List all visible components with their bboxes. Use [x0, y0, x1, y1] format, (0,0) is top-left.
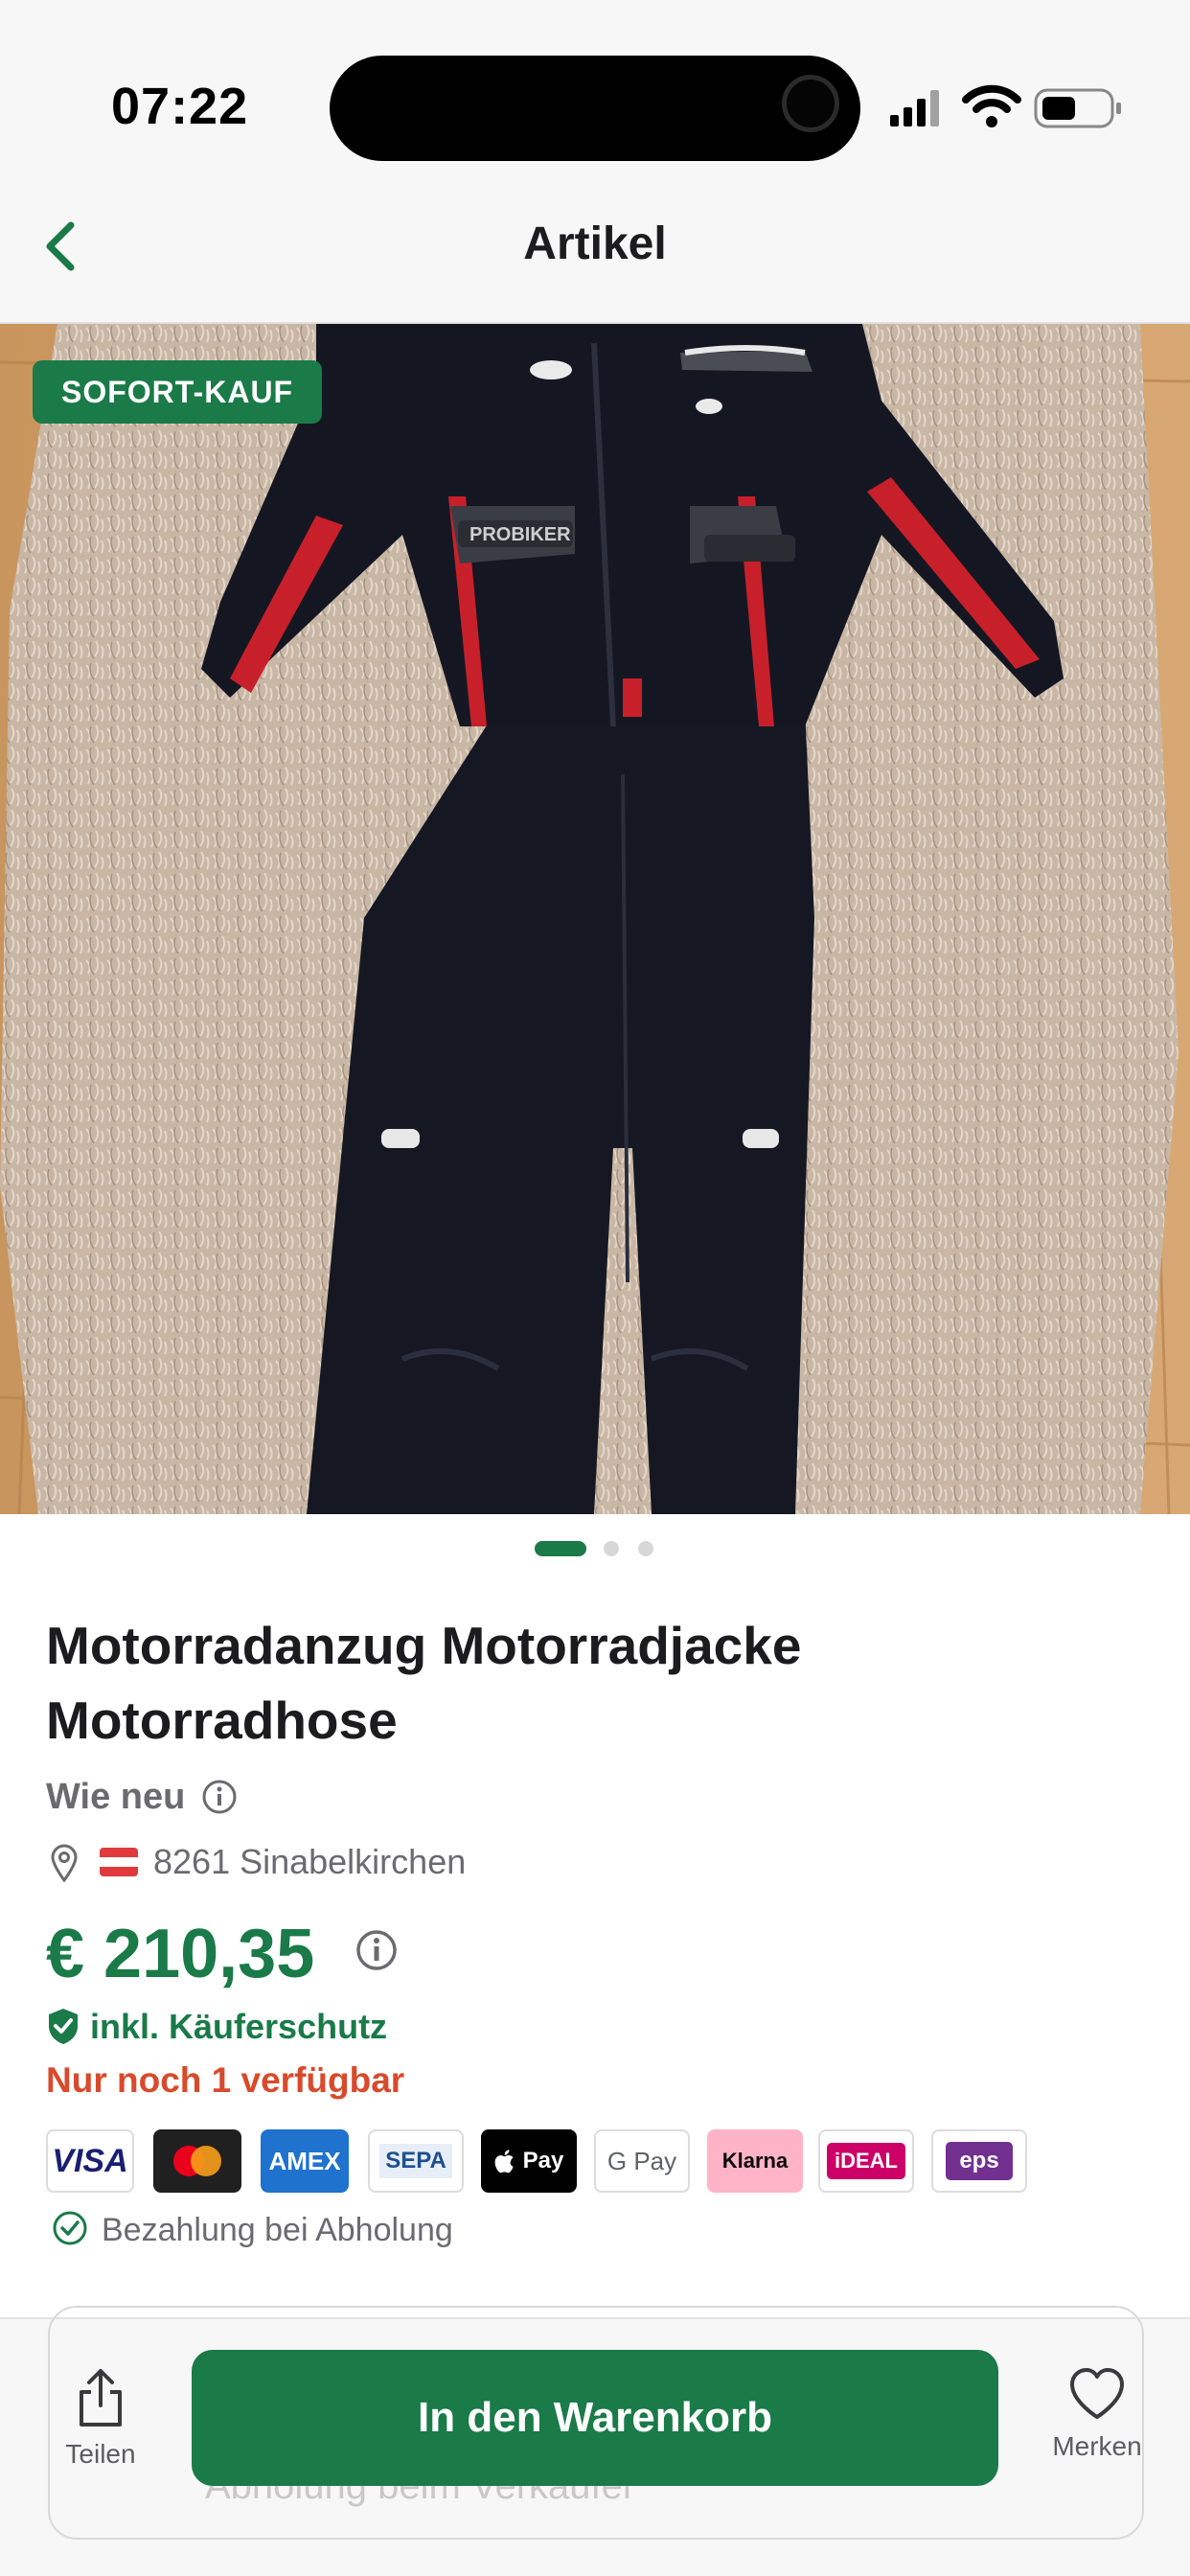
share-icon — [80, 2369, 122, 2426]
austria-flag-icon — [100, 1848, 138, 1876]
location-pin-icon — [51, 1844, 78, 1882]
battery-icon — [1034, 88, 1121, 128]
sepa-icon: SEPA — [368, 2129, 464, 2193]
mastercard-icon — [153, 2129, 241, 2193]
favorite-button[interactable]: Merken — [1035, 2367, 1159, 2462]
eps-icon: eps — [931, 2129, 1027, 2193]
product-photo: PROBIKER — [0, 324, 1190, 1514]
dynamic-island — [330, 56, 860, 161]
visa-icon: VISA — [46, 2129, 134, 2193]
pickup-payment-text: Bezahlung bei Abholung — [102, 2212, 453, 2248]
heart-icon — [1070, 2368, 1124, 2419]
share-label: Teilen — [65, 2439, 136, 2469]
price-info-icon[interactable] — [355, 1928, 399, 1972]
page-title: Artikel — [523, 218, 667, 269]
condition-label: Wie neu — [46, 1777, 186, 1817]
info-icon[interactable] — [201, 1779, 238, 1815]
share-button[interactable]: Teilen — [36, 2367, 165, 2470]
price: € 210,35 — [46, 1916, 315, 1992]
instant-buy-badge: SOFORT-KAUF — [33, 360, 323, 424]
stock-warning: Nur noch 1 verfügbar — [46, 2060, 405, 2100]
carousel-dot-active[interactable] — [535, 1541, 586, 1556]
signal-icon — [890, 90, 939, 126]
buyer-protection-text: inkl. Käuferschutz — [90, 2007, 388, 2046]
google-pay-icon: G Pay — [594, 2129, 690, 2193]
check-circle-icon — [53, 2211, 87, 2245]
price-row: € 210,35 — [46, 1915, 397, 1993]
ideal-icon: iDEAL — [818, 2129, 914, 2193]
favorite-label: Merken — [1052, 2431, 1142, 2461]
listing-title: Motorradanzug Motorradjacke Motorradhose — [46, 1616, 802, 1750]
carousel-indicator — [0, 1541, 1190, 1560]
jacket-logo: PROBIKER — [469, 524, 571, 545]
amex-icon: AMEX — [261, 2129, 349, 2193]
camera-icon — [782, 75, 839, 132]
location-text: 8261 Sinabelkirchen — [153, 1842, 467, 1881]
status-icons — [890, 84, 1121, 128]
navigation-bar: Artikel — [0, 168, 1190, 324]
status-bar: 07:22 — [0, 0, 1190, 168]
shield-check-icon — [49, 2009, 78, 2044]
klarna-icon: Klarna — [707, 2129, 803, 2193]
apple-pay-icon: Pay — [481, 2129, 577, 2193]
status-time: 07:22 — [111, 78, 249, 135]
carousel-dot[interactable] — [638, 1541, 653, 1556]
add-to-cart-button[interactable]: In den Warenkorb — [192, 2350, 998, 2486]
bottom-action-bar: Abholung beim Verkäufer Teilen In den Wa… — [0, 2306, 1190, 2576]
carousel-dot[interactable] — [604, 1541, 619, 1556]
wifi-icon — [962, 84, 1021, 127]
product-image-carousel[interactable]: PROBIKER SOFORT-KAUF — [0, 324, 1190, 1514]
condition-row: Wie neu — [46, 1777, 237, 1818]
